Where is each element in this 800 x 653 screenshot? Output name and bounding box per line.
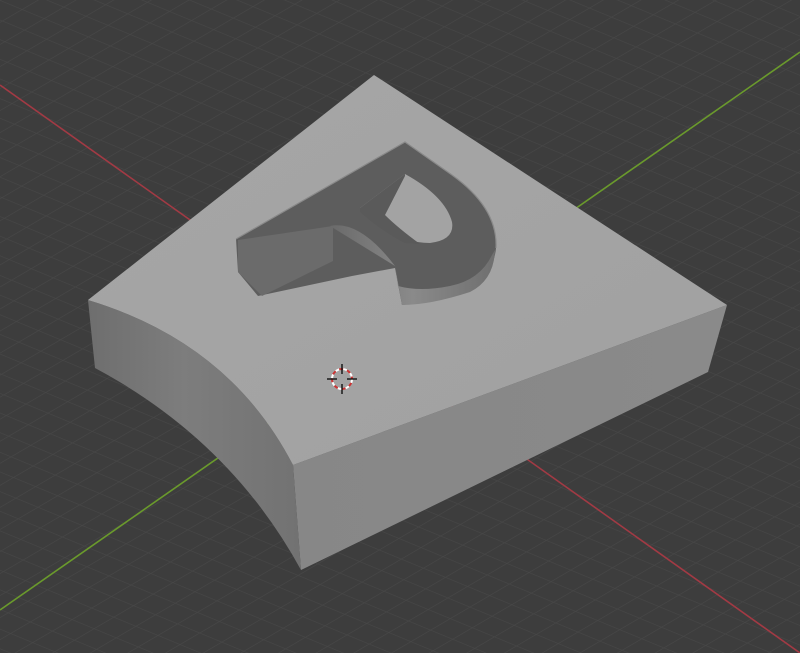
viewport-canvas[interactable] <box>0 0 800 653</box>
3d-viewport[interactable] <box>0 0 800 653</box>
